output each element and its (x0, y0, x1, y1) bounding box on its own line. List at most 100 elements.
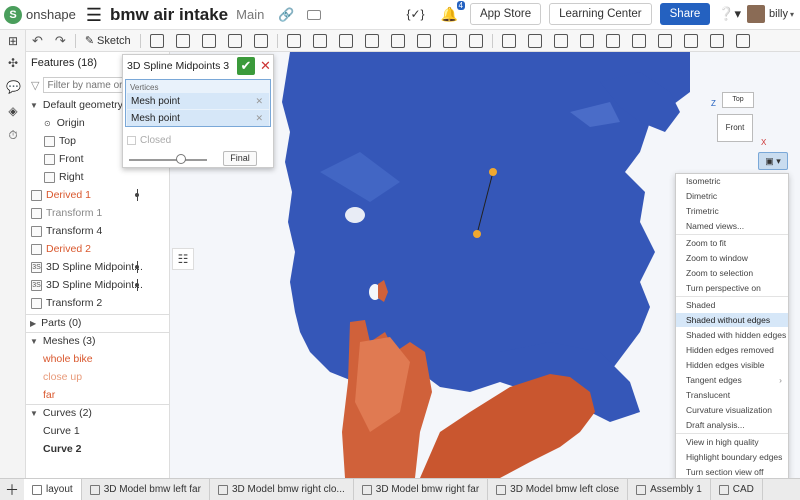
menu-item-zoom-to-fit[interactable]: Zoom to fit (676, 236, 788, 250)
curve-item-2[interactable]: Curve 2 (43, 440, 82, 458)
menu-item-hidden-edges-removed[interactable]: Hidden edges removed (676, 343, 788, 357)
feature-row-transform-4[interactable]: Transform 4 (31, 222, 102, 240)
help-icon[interactable]: ❔▾ (718, 6, 741, 22)
thicken-icon[interactable] (253, 33, 268, 48)
surface-icon[interactable] (631, 33, 646, 48)
onshape-logo[interactable]: S onshape (4, 5, 76, 24)
menu-item-dimetric[interactable]: Dimetric (676, 189, 788, 203)
boolean-icon[interactable] (468, 33, 483, 48)
mesh-item-far[interactable]: far (43, 386, 55, 404)
menu-icon[interactable]: ☰ (86, 6, 102, 24)
notifications-bell-icon[interactable]: 🔔 4 (441, 0, 465, 23)
cancel-x-icon[interactable]: ✕ (260, 57, 271, 75)
feature-list-icon[interactable]: ⊞ (6, 34, 20, 48)
tab-model-left-far[interactable]: 3D Model bmw left far (82, 478, 210, 500)
split-icon[interactable] (501, 33, 516, 48)
transform-icon[interactable] (527, 33, 542, 48)
feature-script-icon[interactable] (735, 33, 750, 48)
menu-item-named-views[interactable]: Named views... (676, 219, 788, 233)
rollback-pin-icon[interactable] (135, 189, 140, 201)
spline-point[interactable] (473, 230, 481, 238)
hole-icon[interactable] (416, 33, 431, 48)
curve-icon[interactable] (657, 33, 672, 48)
appearance-icon[interactable]: ◈ (6, 104, 20, 118)
loft-icon[interactable] (227, 33, 242, 48)
menu-item-zoom-to-window[interactable]: Zoom to window (676, 251, 788, 265)
undo-icon[interactable]: ↶ (32, 33, 43, 49)
folder-icon[interactable] (306, 9, 321, 20)
remove-icon[interactable]: ✕ (255, 113, 263, 124)
curves-section[interactable]: ▼ Curves (2) (30, 404, 92, 422)
rollback-pin-icon[interactable] (135, 279, 140, 291)
closed-option[interactable]: Closed (127, 135, 171, 146)
frame-icon[interactable] (709, 33, 724, 48)
sweep-icon[interactable] (201, 33, 216, 48)
menu-item-high-quality[interactable]: View in high quality (676, 435, 788, 449)
delete-part-icon[interactable] (553, 33, 568, 48)
confirm-check-icon[interactable]: ✔ (237, 57, 255, 75)
rollback-slider-track[interactable] (129, 159, 207, 161)
cube-face-front[interactable]: Front (717, 114, 753, 142)
avatar[interactable] (747, 5, 766, 23)
tab-assembly-1[interactable]: Assembly 1 (628, 478, 711, 500)
chevron-down-icon[interactable]: ▼ (30, 101, 38, 110)
chamfer-icon[interactable] (312, 33, 327, 48)
final-button[interactable]: Final (223, 151, 257, 166)
parts-section[interactable]: ▶ Parts (0) (30, 314, 81, 332)
tab-cad[interactable]: CAD (711, 478, 763, 500)
vertex-item[interactable]: Mesh point ✕ (127, 93, 269, 109)
share-button[interactable]: Share (659, 3, 711, 25)
tab-model-right-far[interactable]: 3D Model bmw right far (354, 478, 489, 500)
cube-face-top[interactable]: Top (722, 92, 754, 108)
extrude-icon[interactable] (149, 33, 164, 48)
rollback-slider-handle[interactable] (176, 154, 186, 164)
feature-row-front[interactable]: Front (44, 150, 84, 168)
menu-item-perspective[interactable]: Turn perspective on (676, 281, 788, 295)
tab-model-left-close[interactable]: 3D Model bmw left close (488, 478, 629, 500)
feature-row-right[interactable]: Right (44, 168, 84, 186)
menu-item-section-view-off[interactable]: Turn section view off (676, 465, 788, 479)
shell-icon[interactable] (390, 33, 405, 48)
variables-panel-icon[interactable]: ✣ (6, 56, 20, 70)
menu-item-highlight-boundary-edges[interactable]: Highlight boundary edges (676, 450, 788, 464)
orange-mesh-right[interactable] (420, 374, 595, 478)
feature-row-derived-1[interactable]: Derived 1 (31, 186, 91, 204)
menu-item-zoom-to-selection[interactable]: Zoom to selection (676, 266, 788, 280)
learning-center-button[interactable]: Learning Center (549, 3, 652, 25)
menu-item-shaded-hidden-edges[interactable]: Shaded with hidden edges (676, 328, 788, 342)
menu-item-tangent-edges[interactable]: Tangent edges › (676, 373, 788, 387)
feature-row-3d-spline-midpoint-2[interactable]: 3S 3D Spline Midpoint... (31, 276, 143, 294)
vertices-selection-box[interactable]: Vertices Mesh point ✕ Mesh point ✕ (125, 79, 271, 127)
chevron-down-icon[interactable]: ▼ (30, 337, 38, 346)
vertex-item[interactable]: Mesh point ✕ (127, 110, 269, 126)
mate-connector-icon[interactable] (605, 33, 620, 48)
menu-item-draft-analysis[interactable]: Draft analysis... (676, 418, 788, 432)
mesh-item-close-up[interactable]: close up (43, 368, 82, 386)
feature-row-3d-spline-midpoint-1[interactable]: 3S 3D Spline Midpoint... (31, 258, 143, 276)
linear-pattern-icon[interactable] (442, 33, 457, 48)
add-tab-icon[interactable]: ＋ (0, 480, 24, 500)
menu-item-shaded-without-edges[interactable]: Shaded without edges (676, 313, 788, 327)
redo-icon[interactable]: ↷ (55, 33, 66, 49)
draft-icon[interactable] (338, 33, 353, 48)
chevron-down-icon[interactable]: ▼ (30, 409, 38, 418)
user-menu-chevron-icon[interactable]: ▾ (790, 10, 794, 19)
revolve-icon[interactable] (175, 33, 190, 48)
chevron-right-icon[interactable]: ▶ (30, 319, 36, 328)
plane-icon[interactable] (579, 33, 594, 48)
variables-icon[interactable]: {✓} (406, 7, 424, 21)
feature-row-default-geometry[interactable]: ▼ Default geometry (30, 96, 123, 114)
feature-row-transform-1[interactable]: Transform 1 (31, 204, 102, 222)
feature-row-transform-2[interactable]: Transform 2 (31, 294, 102, 312)
document-title[interactable]: bmw air intake (110, 5, 228, 25)
closed-checkbox[interactable] (127, 136, 136, 145)
tab-layout[interactable]: layout (24, 478, 82, 500)
link-icon[interactable]: 🔗 (278, 7, 294, 23)
view-options-button[interactable]: ▣ ▾ (758, 152, 788, 170)
rib-icon[interactable] (364, 33, 379, 48)
feature-row-derived-2[interactable]: Derived 2 (31, 240, 91, 258)
menu-item-hidden-edges-visible[interactable]: Hidden edges visible (676, 358, 788, 372)
spline-point[interactable] (489, 168, 497, 176)
sheet-metal-icon[interactable] (683, 33, 698, 48)
sketch-button[interactable]: ✎ Sketch (85, 34, 131, 48)
